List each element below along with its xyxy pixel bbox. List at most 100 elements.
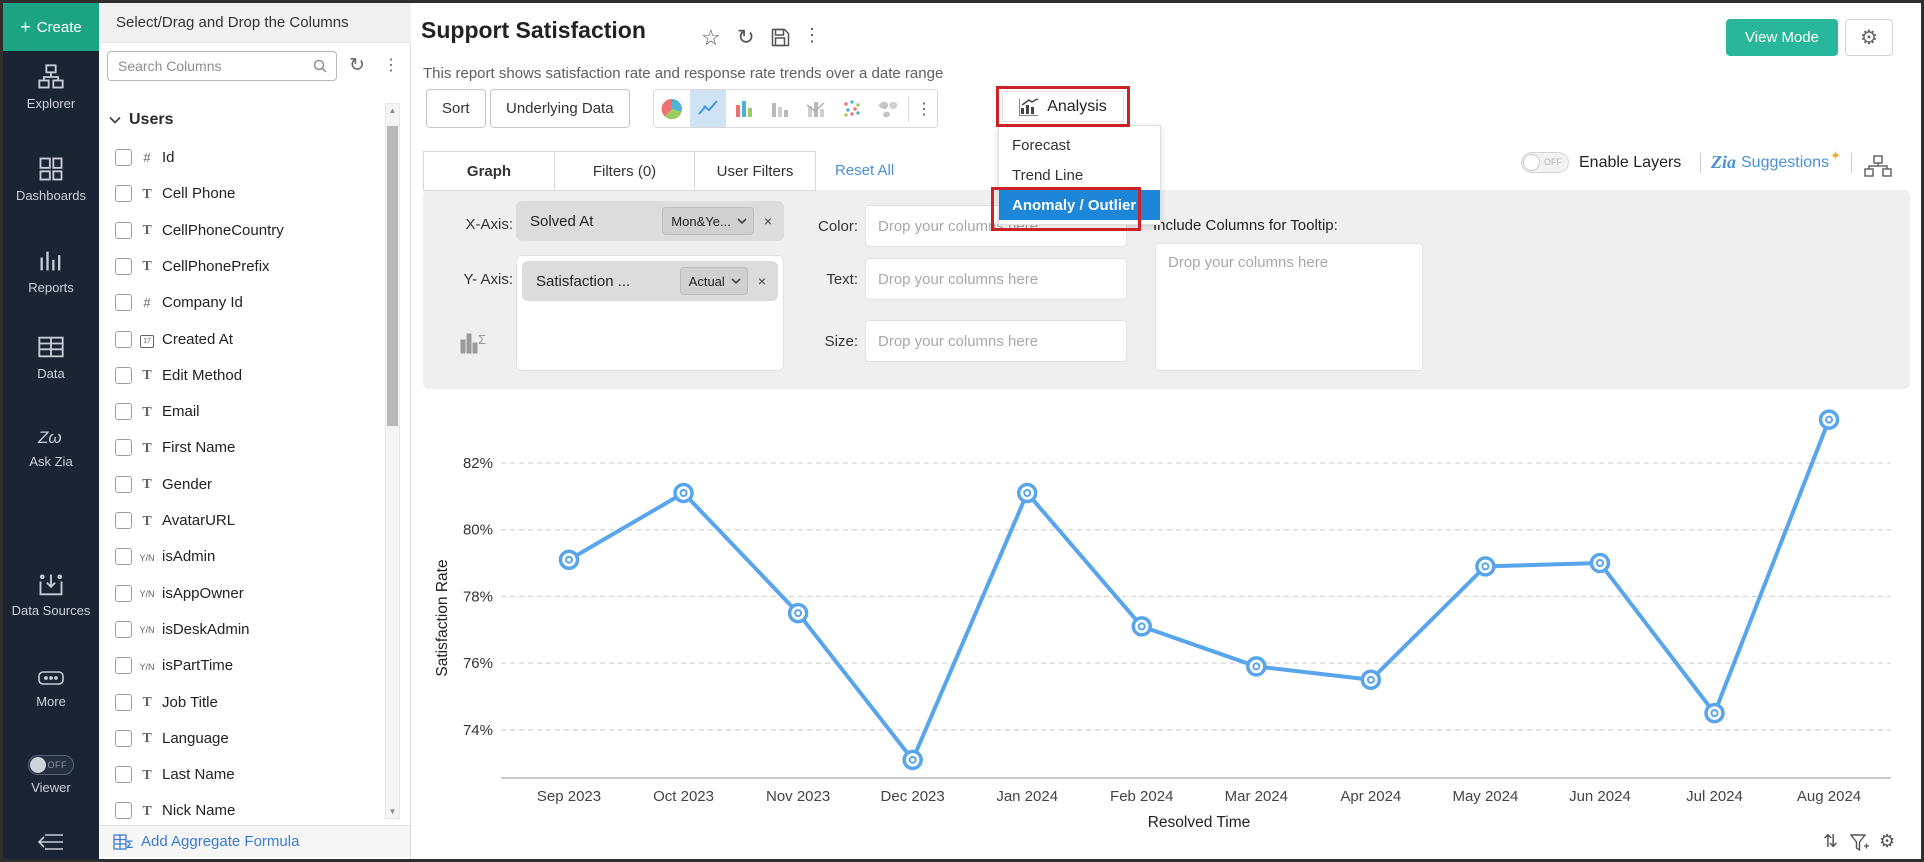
checkbox[interactable]	[115, 403, 132, 420]
checkbox[interactable]	[115, 258, 132, 275]
column-item-cellphonecountry[interactable]: TCellPhoneCountry	[99, 215, 389, 246]
sidebar-item-reports[interactable]: Reports	[3, 247, 99, 297]
text-dropzone[interactable]: Drop your columns here	[865, 258, 1127, 300]
column-item-email[interactable]: TEmail	[99, 396, 389, 427]
checkbox[interactable]	[115, 149, 132, 166]
scrollbar-thumb[interactable]	[387, 126, 398, 426]
analysis-button[interactable]: Analysis	[1002, 91, 1124, 122]
data-point-dec-2023[interactable]	[904, 751, 921, 768]
checkbox[interactable]	[115, 657, 132, 674]
column-item-gender[interactable]: TGender	[99, 469, 389, 500]
menu-item-forecast[interactable]: Forecast	[999, 130, 1160, 160]
y-axis-aggregate-select[interactable]: Actual	[680, 267, 748, 295]
create-button[interactable]: + Create	[3, 3, 99, 51]
checkbox[interactable]	[115, 367, 132, 384]
checkbox[interactable]	[115, 476, 132, 493]
menu-item-anomaly-outlier[interactable]: Anomaly / Outlier	[999, 190, 1160, 220]
column-item-isappowner[interactable]: Y/NisAppOwner	[99, 578, 389, 609]
data-point-apr-2024[interactable]	[1362, 671, 1379, 688]
chart-filter-icon[interactable]	[1850, 834, 1870, 852]
checkbox[interactable]	[115, 185, 132, 202]
tab-filters[interactable]: Filters (0)	[554, 151, 695, 191]
add-aggregate-formula[interactable]: Σ Add Aggregate Formula	[99, 825, 410, 857]
search-columns-box[interactable]	[107, 51, 337, 81]
report-kebab-icon[interactable]: ⋮	[803, 25, 821, 46]
tooltip-dropzone[interactable]: Drop your columns here	[1155, 243, 1423, 371]
stacked-bar-chart-icon[interactable]	[762, 90, 798, 127]
y-axis-chip[interactable]: Satisfaction ... Actual ×	[522, 261, 778, 301]
refresh-report-icon[interactable]: ↻	[737, 25, 755, 50]
data-point-jun-2024[interactable]	[1591, 555, 1608, 572]
data-point-jul-2024[interactable]	[1706, 705, 1723, 722]
checkbox[interactable]	[115, 439, 132, 456]
column-item-company-id[interactable]: #Company Id	[99, 287, 389, 318]
view-mode-button[interactable]: View Mode	[1726, 19, 1838, 56]
underlying-data-button[interactable]: Underlying Data	[490, 89, 630, 128]
checkbox[interactable]	[115, 766, 132, 783]
scatter-chart-icon[interactable]	[834, 90, 870, 127]
x-axis-period-select[interactable]: Mon&Ye...	[662, 207, 754, 235]
column-item-isparttime[interactable]: Y/NisPartTime	[99, 650, 389, 681]
column-item-first-name[interactable]: TFirst Name	[99, 432, 389, 463]
chart-sort-icon[interactable]: ⇅	[1823, 831, 1838, 852]
data-point-jan-2024[interactable]	[1019, 485, 1036, 502]
sidebar-item-more[interactable]: More	[3, 667, 99, 711]
remove-y-axis-icon[interactable]: ×	[758, 273, 766, 289]
tab-user-filters[interactable]: User Filters	[694, 151, 816, 191]
settings-button[interactable]: ⚙	[1845, 19, 1893, 56]
sidebar-item-dashboards[interactable]: Dashboards	[3, 155, 99, 205]
checkbox[interactable]	[115, 331, 132, 348]
columns-scrollbar[interactable]: ▲ ▼	[385, 103, 400, 819]
remove-x-axis-icon[interactable]: ×	[764, 213, 772, 229]
checkbox[interactable]	[115, 621, 132, 638]
scroll-down-icon[interactable]: ▼	[386, 807, 399, 816]
hierarchy-view-icon[interactable]	[1863, 154, 1893, 178]
refresh-columns-icon[interactable]: ↻	[349, 54, 365, 77]
column-item-edit-method[interactable]: TEdit Method	[99, 360, 389, 391]
column-item-created-at[interactable]: 17Created At	[99, 324, 389, 355]
columns-kebab-icon[interactable]: ⋮	[383, 55, 399, 75]
checkbox[interactable]	[115, 585, 132, 602]
combo-chart-icon[interactable]	[798, 90, 834, 127]
sidebar-item-explorer[interactable]: Explorer	[3, 63, 99, 113]
line-chart-icon[interactable]	[690, 90, 726, 127]
tab-graph[interactable]: Graph	[423, 151, 555, 191]
column-item-last-name[interactable]: TLast Name	[99, 759, 389, 790]
more-chart-types-icon[interactable]: ⋮	[911, 90, 937, 127]
sidebar-item-data[interactable]: Data	[3, 333, 99, 383]
data-point-mar-2024[interactable]	[1248, 658, 1265, 675]
column-item-language[interactable]: TLanguage	[99, 723, 389, 754]
viewer-toggle[interactable]: OFF	[28, 755, 74, 775]
column-item-id[interactable]: #Id	[99, 142, 389, 173]
chart-settings-icon[interactable]: ⚙	[1879, 831, 1895, 852]
checkbox[interactable]	[115, 802, 132, 819]
checkbox[interactable]	[115, 694, 132, 711]
users-section-header[interactable]: Users	[109, 111, 173, 129]
column-item-avatarurl[interactable]: TAvatarURL	[99, 505, 389, 536]
checkbox[interactable]	[115, 294, 132, 311]
checkbox[interactable]	[115, 222, 132, 239]
data-point-sep-2023[interactable]	[561, 551, 578, 568]
size-dropzone[interactable]: Drop your columns here	[865, 320, 1127, 362]
sidebar-item-ask-zia[interactable]: Zω Ask Zia	[3, 425, 99, 471]
x-axis-chip[interactable]: Solved At Mon&Ye... ×	[516, 201, 784, 241]
data-point-feb-2024[interactable]	[1133, 618, 1150, 635]
data-point-nov-2023[interactable]	[790, 605, 807, 622]
enable-layers-toggle[interactable]: OFF	[1521, 152, 1569, 173]
zia-suggestions-link[interactable]: Zia Suggestions ✦	[1711, 152, 1845, 173]
data-point-may-2024[interactable]	[1477, 558, 1494, 575]
sort-button[interactable]: Sort	[426, 89, 486, 128]
menu-item-trend-line[interactable]: Trend Line	[999, 160, 1160, 190]
collapse-sidebar-icon[interactable]	[35, 831, 67, 853]
column-item-nick-name[interactable]: TNick Name	[99, 795, 389, 826]
column-item-cellphoneprefix[interactable]: TCellPhonePrefix	[99, 251, 389, 282]
column-item-cell-phone[interactable]: TCell Phone	[99, 178, 389, 209]
save-icon[interactable]	[771, 28, 790, 47]
bar-chart-icon[interactable]	[726, 90, 762, 127]
column-item-isadmin[interactable]: Y/NisAdmin	[99, 541, 389, 572]
favorite-star-icon[interactable]: ☆	[701, 25, 721, 51]
data-point-oct-2023[interactable]	[675, 485, 692, 502]
scroll-up-icon[interactable]: ▲	[386, 106, 399, 115]
viewer-toggle-item[interactable]: OFF Viewer	[3, 755, 99, 797]
sidebar-item-data-sources[interactable]: Data Sources	[3, 571, 99, 618]
